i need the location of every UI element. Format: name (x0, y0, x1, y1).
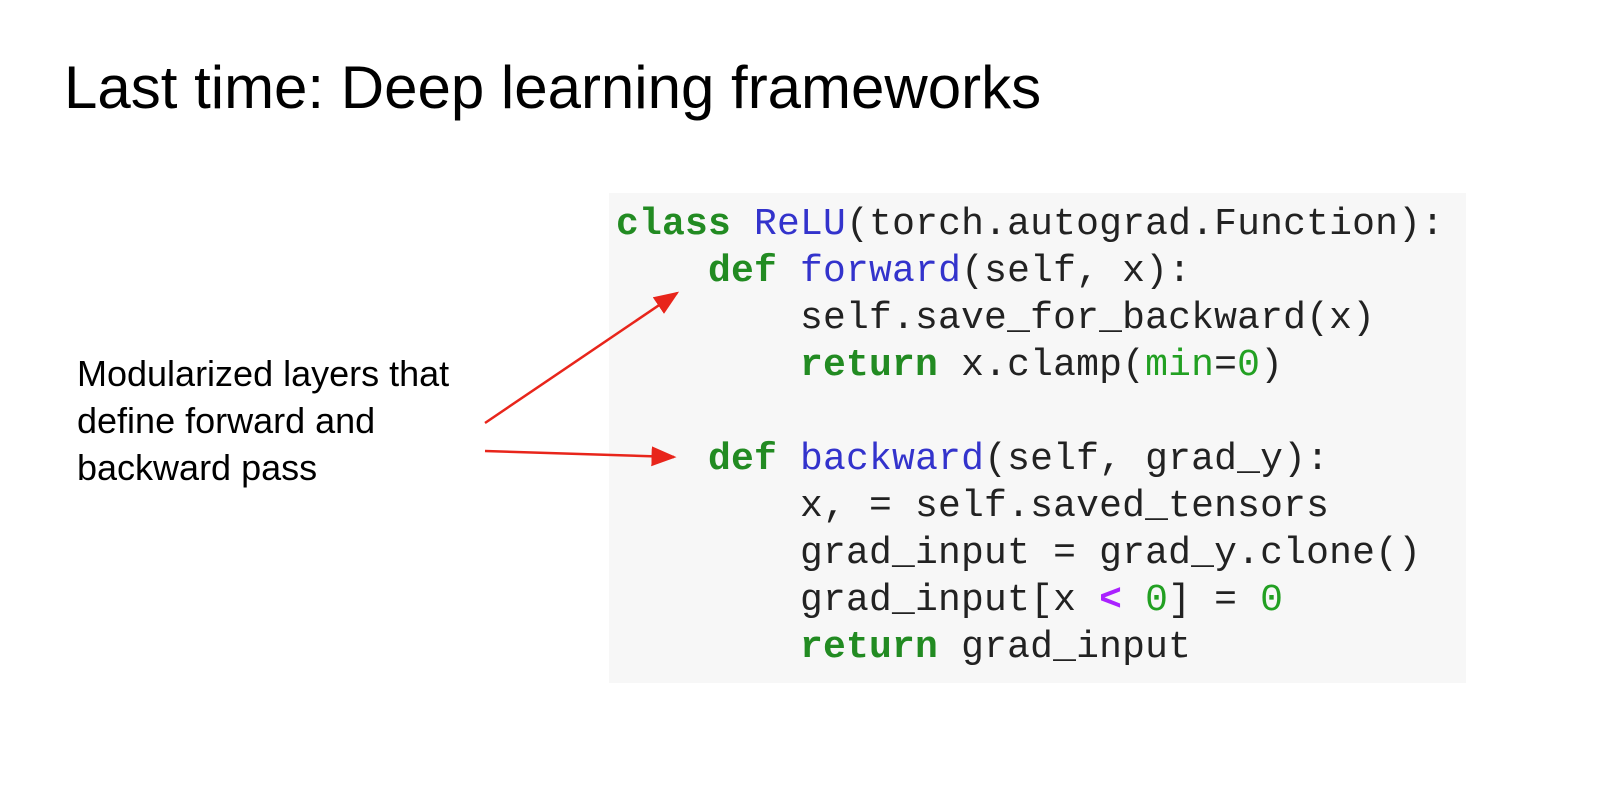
annotation-line-1: Modularized layers that (77, 353, 450, 394)
code-line-1: class ReLU(torch.autograd.Function): (616, 201, 1466, 248)
annotation-text: Modularized layers that define forward a… (77, 350, 537, 491)
keyword-return: return (800, 626, 939, 669)
code-text: ] = (1168, 579, 1261, 622)
function-name-forward: forward (800, 250, 962, 293)
function-name-backward: backward (800, 438, 985, 481)
less-than-operator: < (1099, 579, 1123, 622)
code-line-6: def backward(self, grad_y): (616, 436, 1466, 483)
number-literal: 0 (1237, 344, 1261, 387)
code-line-9: grad_input[x < 0] = 0 (616, 577, 1466, 624)
code-line-4: return x.clamp(min=0) (616, 342, 1466, 389)
keyword-class: class (616, 203, 732, 246)
param-name: min (1145, 344, 1215, 387)
code-line-10: return grad_input (616, 624, 1466, 671)
code-text: grad_input (938, 626, 1192, 669)
forward-signature: (self, x): (961, 250, 1192, 293)
code-line-7: x, = self.saved_tensors (616, 483, 1466, 530)
class-base: (torch.autograd.Function): (846, 203, 1445, 246)
backward-signature: (self, grad_y): (984, 438, 1330, 481)
code-text: grad_input[x (800, 579, 1100, 622)
code-text: x, = self.saved_tensors (800, 485, 1330, 528)
equals: = (1214, 344, 1238, 387)
code-line-8: grad_input = grad_y.clone() (616, 530, 1466, 577)
code-text: grad_input = grad_y.clone() (800, 532, 1422, 575)
keyword-def: def (708, 438, 778, 481)
code-text: ) (1260, 344, 1284, 387)
code-text: x.clamp( (938, 344, 1146, 387)
code-line-3: self.save_for_backward(x) (616, 295, 1466, 342)
number-literal: 0 (1145, 579, 1169, 622)
annotation-line-2: define forward and (77, 400, 376, 441)
code-text: self.save_for_backward(x) (800, 297, 1376, 340)
keyword-def: def (708, 250, 778, 293)
keyword-return: return (800, 344, 939, 387)
slide-title: Last time: Deep learning frameworks (64, 54, 1042, 121)
code-block: class ReLU(torch.autograd.Function): def… (609, 193, 1466, 683)
annotation-line-3: backward pass (77, 447, 318, 488)
code-line-2: def forward(self, x): (616, 248, 1466, 295)
number-literal: 0 (1260, 579, 1284, 622)
class-name: ReLU (754, 203, 847, 246)
